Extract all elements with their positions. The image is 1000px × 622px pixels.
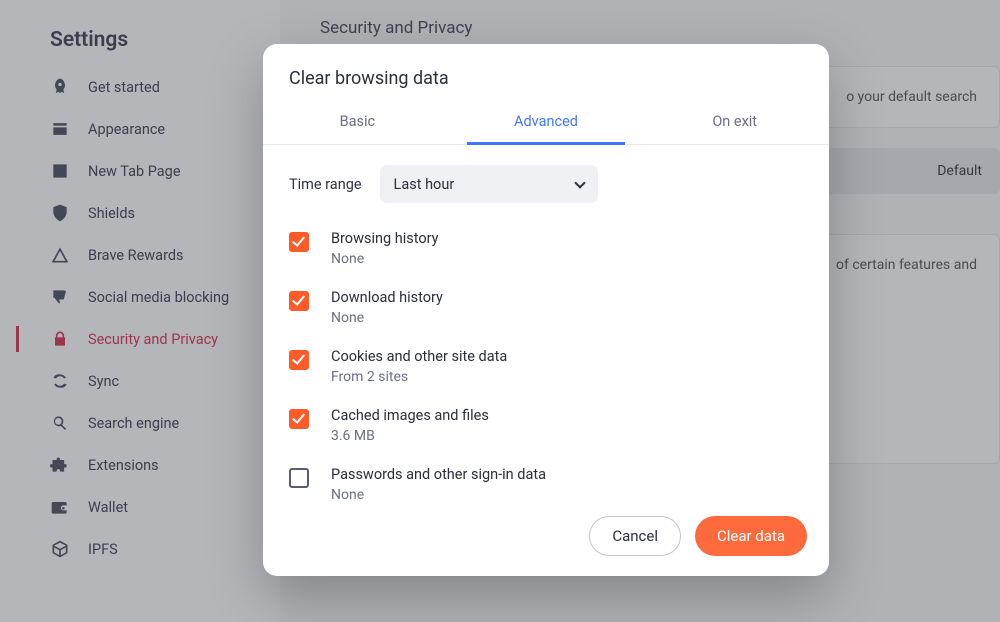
time-range-label: Time range	[289, 176, 362, 193]
data-type-text: Cookies and other site data From 2 sites	[331, 348, 803, 385]
data-types-list: Browsing history None Download history None…	[263, 211, 829, 500]
data-type-sub: From 2 sites	[331, 369, 803, 385]
chevron-down-icon	[574, 177, 585, 188]
tab-advanced[interactable]: Advanced	[452, 103, 641, 144]
data-type-sub: None	[331, 251, 803, 267]
data-type-title: Cookies and other site data	[331, 348, 803, 365]
tab-on-exit[interactable]: On exit	[640, 103, 829, 144]
clear-browsing-data-dialog: Clear browsing data BasicAdvancedOn exit…	[263, 44, 829, 576]
data-type-row: Passwords and other sign-in data None	[289, 455, 803, 500]
data-type-checkbox[interactable]	[289, 291, 309, 311]
data-type-checkbox[interactable]	[289, 409, 309, 429]
data-type-text: Browsing history None	[331, 230, 803, 267]
dialog-title: Clear browsing data	[263, 44, 829, 103]
clear-data-button[interactable]: Clear data	[695, 516, 807, 556]
data-type-sub: None	[331, 310, 803, 326]
data-type-text: Passwords and other sign-in data None	[331, 466, 803, 500]
data-type-title: Browsing history	[331, 230, 803, 247]
data-type-text: Download history None	[331, 289, 803, 326]
data-type-checkbox[interactable]	[289, 468, 309, 488]
dialog-tabs: BasicAdvancedOn exit	[263, 103, 829, 145]
data-type-text: Cached images and files 3.6 MB	[331, 407, 803, 444]
data-type-row: Browsing history None	[289, 219, 803, 278]
data-type-checkbox[interactable]	[289, 232, 309, 252]
time-range-row: Time range Last hour	[263, 145, 829, 211]
cancel-button[interactable]: Cancel	[589, 516, 681, 556]
data-type-sub: 3.6 MB	[331, 428, 803, 444]
time-range-select[interactable]: Last hour	[380, 165, 598, 203]
data-type-title: Download history	[331, 289, 803, 306]
data-type-checkbox[interactable]	[289, 350, 309, 370]
data-type-row: Download history None	[289, 278, 803, 337]
data-type-row: Cookies and other site data From 2 sites	[289, 337, 803, 396]
data-type-row: Cached images and files 3.6 MB	[289, 396, 803, 455]
data-type-title: Passwords and other sign-in data	[331, 466, 803, 483]
dialog-footer: Cancel Clear data	[263, 500, 829, 576]
data-type-sub: None	[331, 487, 803, 500]
tab-basic[interactable]: Basic	[263, 103, 452, 144]
time-range-value: Last hour	[394, 176, 455, 193]
data-type-title: Cached images and files	[331, 407, 803, 424]
